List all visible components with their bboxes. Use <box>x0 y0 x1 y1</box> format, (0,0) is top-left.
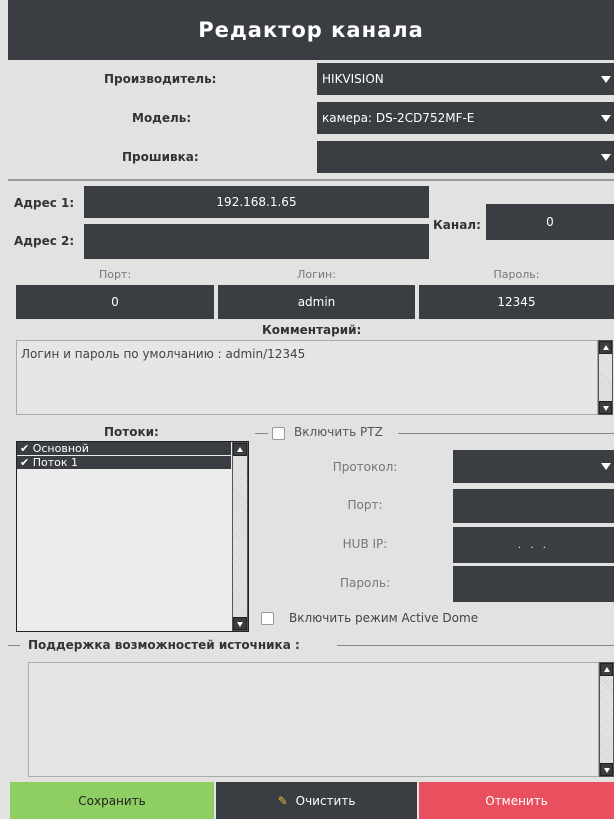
clear-button-label: Очистить <box>295 793 356 808</box>
chevron-down-icon <box>601 76 611 83</box>
address2-label: Адрес 2: <box>14 234 75 248</box>
broom-icon: ✎ <box>277 793 288 808</box>
chevron-down-icon <box>601 154 611 161</box>
active-dome-checkbox[interactable] <box>261 612 274 625</box>
vendor-select[interactable]: HIKVISION <box>317 63 614 95</box>
cancel-button[interactable]: Отменить <box>419 782 614 819</box>
password-input[interactable]: 12345 <box>419 285 614 319</box>
clear-button[interactable]: ✎ Очистить <box>216 782 417 819</box>
ptz-port-label: Порт: <box>347 498 383 512</box>
model-value: камера: DS-2CD752MF-E <box>322 111 475 125</box>
scroll-down-icon[interactable] <box>233 617 247 630</box>
group-line <box>398 433 614 434</box>
scroll-down-icon[interactable] <box>600 763 613 776</box>
password-label: Пароль: <box>493 268 540 281</box>
enable-ptz-label: Включить PTZ <box>294 425 383 439</box>
model-select[interactable]: камера: DS-2CD752MF-E <box>317 102 614 134</box>
stream-item-1[interactable]: ✔ Поток 1 <box>17 456 231 469</box>
enable-ptz-checkbox[interactable] <box>272 427 285 440</box>
stream-item-label: Основной <box>32 442 89 455</box>
ptz-hub-ip-input[interactable]: . . . <box>453 527 614 563</box>
stream-item-main[interactable]: ✔ Основной <box>17 442 231 455</box>
comment-label: Комментарий: <box>262 323 362 337</box>
ptz-hub-ip-label: HUB IP: <box>342 537 388 551</box>
scroll-up-icon[interactable] <box>233 443 247 456</box>
model-label: Модель: <box>132 111 192 125</box>
login-label: Логин: <box>297 268 336 281</box>
ptz-protocol-select[interactable] <box>453 450 614 483</box>
channel-input[interactable]: 0 <box>486 204 614 240</box>
ptz-port-input[interactable] <box>453 489 614 523</box>
save-button[interactable]: Сохранить <box>10 782 214 819</box>
ptz-password-input[interactable] <box>453 566 614 602</box>
ptz-protocol-label: Протокол: <box>332 460 398 474</box>
ptz-password-label: Пароль: <box>339 576 391 590</box>
port-label: Порт: <box>98 268 132 281</box>
active-dome-label: Включить режим Active Dome <box>289 611 479 625</box>
streams-list[interactable]: ✔ Основной ✔ Поток 1 <box>16 441 249 632</box>
comment-scrollbar[interactable] <box>598 340 613 415</box>
channel-label: Канал: <box>433 218 481 232</box>
scroll-up-icon[interactable] <box>599 341 612 354</box>
firmware-select[interactable] <box>317 141 614 173</box>
scroll-down-icon[interactable] <box>599 401 612 414</box>
group-line <box>337 645 614 646</box>
comment-textarea[interactable]: Логин и пароль по умолчанию : admin/1234… <box>16 340 598 415</box>
streams-scrollbar[interactable] <box>232 442 248 631</box>
group-line <box>255 433 268 434</box>
scroll-up-icon[interactable] <box>600 663 613 676</box>
capabilities-scrollbar[interactable] <box>599 662 614 777</box>
firmware-label: Прошивка: <box>122 150 199 164</box>
chevron-down-icon <box>601 115 611 122</box>
stream-item-label: Поток 1 <box>32 456 78 469</box>
address2-input[interactable] <box>84 224 429 259</box>
vendor-value: HIKVISION <box>322 72 384 86</box>
streams-label: Потоки: <box>104 425 159 439</box>
comment-text: Логин и пароль по умолчанию : admin/1234… <box>21 347 306 361</box>
window-title: Редактор канала <box>8 0 614 60</box>
chevron-down-icon <box>601 463 611 470</box>
address1-label: Адрес 1: <box>14 196 75 210</box>
capabilities-textarea[interactable] <box>28 662 599 777</box>
address1-input[interactable]: 192.168.1.65 <box>84 186 429 218</box>
port-input[interactable]: 0 <box>16 285 214 319</box>
separator <box>8 179 614 181</box>
vendor-label: Производитель: <box>104 72 217 86</box>
login-input[interactable]: admin <box>218 285 415 319</box>
capabilities-label: Поддержка возможностей источника : <box>28 638 300 652</box>
group-line <box>8 645 20 646</box>
